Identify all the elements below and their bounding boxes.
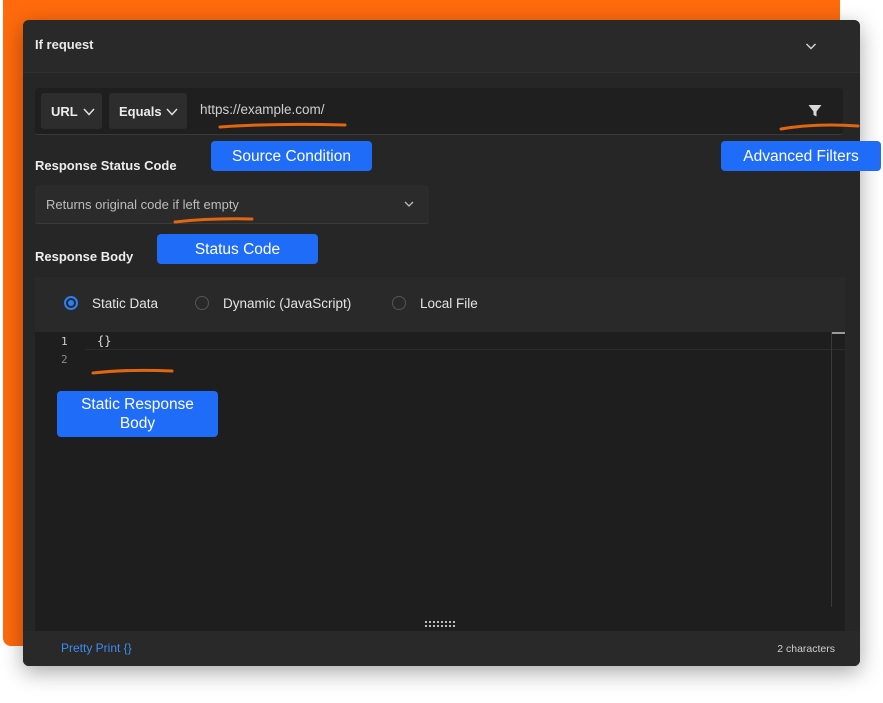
active-line-highlight bbox=[85, 332, 845, 350]
code-editor[interactable]: 1 2 {} bbox=[35, 332, 845, 631]
annotation-static-response-body: Static Response Body bbox=[57, 391, 218, 437]
chevron-down-icon bbox=[83, 108, 95, 116]
source-type-label: URL bbox=[51, 104, 78, 119]
status-code-select[interactable]: Returns original code if left empty bbox=[35, 185, 429, 224]
body-type-options: Static Data Dynamic (JavaScript) Local F… bbox=[35, 277, 845, 332]
radio-static-data[interactable]: Static Data bbox=[64, 295, 174, 313]
editor-scrollbar-thumb[interactable] bbox=[832, 332, 845, 334]
chevron-down-icon bbox=[166, 108, 178, 116]
radio-label: Local File bbox=[420, 296, 478, 311]
resize-grip-icon[interactable] bbox=[425, 617, 457, 627]
annotation-source-condition: Source Condition bbox=[211, 141, 372, 171]
response-body-label: Response Body bbox=[35, 249, 134, 264]
editor-scrollbar[interactable] bbox=[831, 332, 844, 607]
radio-dynamic-javascript[interactable]: Dynamic (JavaScript) bbox=[195, 295, 365, 313]
operator-dropdown[interactable]: Equals bbox=[109, 93, 187, 129]
source-type-dropdown[interactable]: URL bbox=[41, 93, 102, 129]
filter-icon[interactable] bbox=[807, 103, 823, 119]
panel-header[interactable]: If request bbox=[23, 20, 860, 73]
url-input[interactable]: https://example.com/ bbox=[200, 102, 325, 117]
rule-panel: If request URL Equals https://example.co… bbox=[23, 20, 860, 666]
annotation-advanced-filters: Advanced Filters bbox=[721, 141, 881, 171]
status-code-label: Response Status Code bbox=[35, 158, 177, 173]
line-number: 2 bbox=[61, 353, 68, 366]
status-code-placeholder: Returns original code if left empty bbox=[46, 197, 239, 212]
operator-label: Equals bbox=[119, 104, 162, 119]
radio-unselected-icon bbox=[195, 296, 209, 310]
chevron-down-icon bbox=[404, 201, 414, 207]
radio-unselected-icon bbox=[392, 296, 406, 310]
response-body-panel: Static Data Dynamic (JavaScript) Local F… bbox=[35, 277, 845, 631]
radio-selected-icon bbox=[64, 296, 78, 310]
editor-footer: Pretty Print {} 2 characters bbox=[23, 631, 860, 666]
pretty-print-button[interactable]: Pretty Print {} bbox=[61, 641, 132, 655]
annotation-status-code: Status Code bbox=[157, 234, 318, 264]
character-count: 2 characters bbox=[777, 643, 835, 655]
radio-label: Dynamic (JavaScript) bbox=[223, 296, 352, 311]
radio-local-file[interactable]: Local File bbox=[392, 295, 492, 313]
radio-label: Static Data bbox=[92, 296, 159, 311]
collapse-chevron-icon[interactable] bbox=[803, 38, 819, 54]
panel-title: If request bbox=[35, 37, 94, 52]
source-condition-row: URL Equals https://example.com/ bbox=[35, 88, 843, 135]
line-number: 1 bbox=[61, 335, 68, 348]
code-content[interactable]: {} bbox=[97, 334, 111, 348]
